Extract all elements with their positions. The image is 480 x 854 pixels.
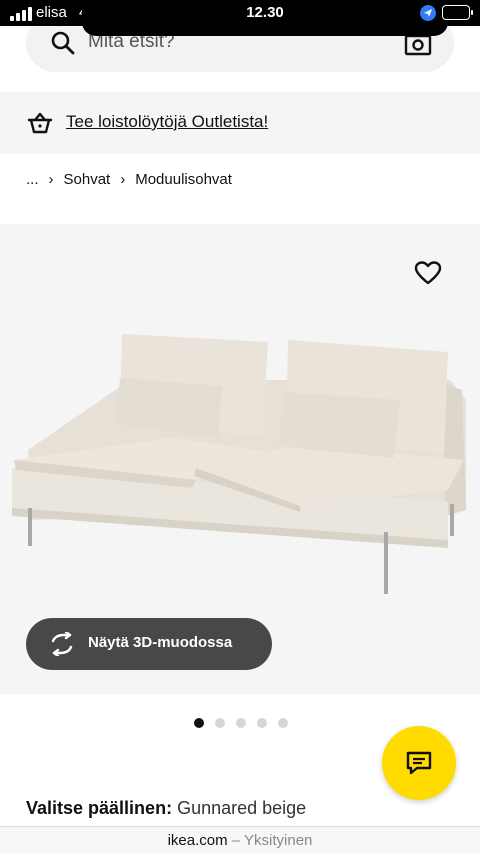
breadcrumb-sofas[interactable]: Sohvat [64,171,111,188]
carousel-dot[interactable] [278,718,288,728]
carousel-dot[interactable] [257,718,267,728]
carousel-dot[interactable] [215,718,225,728]
cover-value: Gunnared beige [177,798,307,818]
status-time: 12.30 [246,4,284,21]
location-icon [420,5,436,21]
carousel-indicator [194,718,288,728]
chat-button[interactable] [382,726,456,800]
chevron-right-icon: › [48,171,54,188]
carousel-dot[interactable] [236,718,246,728]
signal-icon [10,7,32,21]
outlet-banner[interactable]: Tee loistolöytöjä Outletista! [0,92,480,154]
url-domain: ikea.com [167,832,228,849]
rotate-3d-icon [51,632,73,656]
battery-icon [442,5,473,20]
outlet-link[interactable]: Tee loistolöytöjä Outletista! [66,112,268,132]
breadcrumb: ... › Sohvat › Moduulisohvat [26,171,232,188]
breadcrumb-modular-sofas[interactable]: Moduulisohvat [135,171,232,188]
url-separator: – [231,832,241,849]
basket-icon [27,112,53,134]
heart-icon[interactable] [414,260,442,286]
carousel-dot[interactable] [194,718,204,728]
view-3d-label: Näytä 3D-muodossa [88,634,233,651]
breadcrumb-ellipsis[interactable]: ... [26,171,39,188]
search-icon [51,31,75,55]
browsing-mode: Yksityinen [244,832,313,849]
status-right [410,0,480,26]
browser-url-bar[interactable]: ikea.com – Yksityinen [0,826,480,854]
chat-icon [406,751,432,775]
chevron-right-icon: › [120,171,126,188]
view-3d-button[interactable]: Näytä 3D-muodossa [26,618,272,670]
carrier-name: elisa [36,4,67,21]
cover-label: Valitse päällinen: [26,798,173,818]
status-notch: 12.30 [82,0,448,36]
sofa-image [12,334,466,594]
cover-selection[interactable]: Valitse päällinen: Gunnared beige [26,798,306,819]
